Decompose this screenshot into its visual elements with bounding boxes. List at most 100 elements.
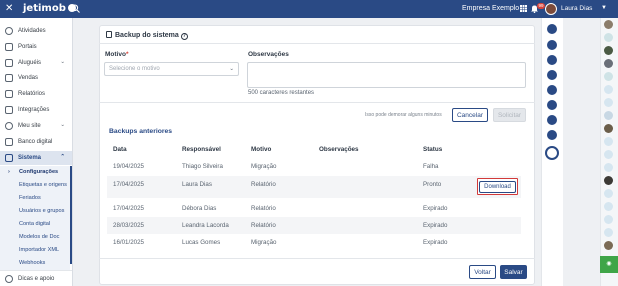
- contact-avatar[interactable]: [604, 20, 613, 29]
- contact-avatar[interactable]: [604, 59, 613, 68]
- download-button[interactable]: Download: [477, 178, 518, 195]
- save-button[interactable]: Salvar: [500, 265, 527, 279]
- contact-avatar[interactable]: [604, 98, 613, 107]
- cell-status: Pronto: [423, 181, 442, 188]
- contact-avatar[interactable]: [604, 202, 613, 211]
- sidebar-item-label: Sistema: [18, 155, 42, 161]
- cell-person: Leandra Lacorda: [182, 222, 229, 229]
- check-circle-icon: [5, 27, 13, 35]
- cell-reason: Relatório: [251, 181, 276, 188]
- contact-avatar[interactable]: [604, 85, 613, 94]
- cell-person: Débora Dias: [182, 205, 217, 212]
- user-name[interactable]: Laura Dias: [561, 5, 592, 12]
- contact-avatar[interactable]: [604, 241, 613, 250]
- sidebar-item-label: Integrações: [18, 107, 50, 113]
- section-title: Backups anteriores: [109, 128, 173, 135]
- submenu-label: Importador XML: [19, 247, 60, 253]
- help-icon: [5, 274, 13, 283]
- key-icon: [5, 59, 13, 67]
- contact-avatar[interactable]: [604, 72, 613, 81]
- help-circle-icon[interactable]: ?: [180, 33, 188, 40]
- sidebar-item-sistema[interactable]: Sistema ⌃: [0, 151, 72, 165]
- chevron-right-icon: ›: [8, 169, 10, 175]
- download-label: Download: [479, 180, 516, 193]
- apps-grid-icon[interactable]: [520, 5, 527, 12]
- plug-icon: [5, 106, 13, 114]
- toolbar-action-icon[interactable]: [547, 85, 557, 95]
- contact-avatar[interactable]: [604, 189, 613, 198]
- table-row: 17/04/2025 Laura Dias Relatório Pronto: [107, 176, 521, 198]
- cell-person: Laura Dias: [182, 181, 212, 188]
- submenu-webhooks[interactable]: Webhooks: [0, 257, 72, 269]
- app-logo[interactable]: jetimob: [23, 3, 76, 14]
- submenu-label: Webhooks: [19, 260, 46, 266]
- submenu-configuracoes[interactable]: › Configurações: [0, 166, 72, 178]
- sidebar-item-portais[interactable]: Portais: [0, 40, 72, 54]
- cell-date: 17/04/2025: [113, 181, 144, 188]
- toolbar-action-icon[interactable]: [547, 24, 557, 34]
- table-row: 28/03/2025 Leandra Lacorda Relatório Exp…: [107, 217, 521, 234]
- wait-hint: Isso pode demorar alguns minutos: [365, 112, 442, 118]
- contact-avatar[interactable]: [604, 124, 613, 133]
- divider: [99, 258, 535, 259]
- motivo-select[interactable]: Selecione o motivo ⌄: [104, 62, 239, 76]
- contact-avatar[interactable]: [604, 228, 613, 237]
- sidebar-item-integracoes[interactable]: Integrações: [0, 103, 72, 117]
- back-button[interactable]: Voltar: [469, 265, 496, 279]
- submenu-modelos-doc[interactable]: Modelos de Doc: [0, 231, 72, 243]
- cancel-button[interactable]: Cancelar: [452, 108, 488, 122]
- portal-icon: [5, 43, 13, 51]
- chevron-down-icon: ⌄: [60, 122, 65, 128]
- sidebar-item-atividades[interactable]: Atividades: [0, 24, 72, 38]
- notification-badge: 99: [537, 3, 546, 9]
- sidebar-item-label: Portais: [18, 44, 37, 50]
- toolbar-action-icon[interactable]: [547, 40, 557, 50]
- search-icon[interactable]: [71, 4, 80, 13]
- column-header-responsavel: Responsável: [182, 146, 221, 153]
- submenu-usuarios[interactable]: Usuários e grupos: [0, 205, 72, 217]
- user-avatar[interactable]: [545, 3, 557, 15]
- toolbar-action-icon[interactable]: [547, 130, 557, 140]
- chat-launcher[interactable]: ◉: [600, 256, 618, 273]
- divider: [99, 43, 535, 44]
- sidebar-item-label: Banco digital: [18, 139, 53, 145]
- company-selector[interactable]: Empresa Exemplo: [462, 5, 519, 12]
- chevron-up-icon: ⌃: [60, 154, 65, 160]
- sidebar-item-alugueis[interactable]: Aluguéis ⌄: [0, 56, 72, 70]
- cell-status: Falha: [423, 163, 439, 170]
- contact-avatar[interactable]: [604, 137, 613, 146]
- close-icon[interactable]: ✕: [5, 3, 13, 14]
- sidebar-item-meu-site[interactable]: Meu site ⌄: [0, 119, 72, 133]
- observacoes-label: Observações: [248, 51, 289, 58]
- sidebar-item-banco-digital[interactable]: Banco digital: [0, 135, 72, 149]
- submenu-importador-xml[interactable]: Importador XML: [0, 244, 72, 256]
- document-icon[interactable]: [545, 146, 559, 160]
- cell-date: 28/03/2025: [113, 222, 144, 229]
- tag-icon: [5, 74, 13, 82]
- contact-avatar[interactable]: [604, 150, 613, 159]
- contact-avatar[interactable]: [604, 163, 613, 172]
- cell-reason: Migração: [251, 239, 277, 246]
- submenu-conta-digital[interactable]: Conta digital: [0, 218, 72, 230]
- observacoes-textarea[interactable]: [247, 62, 526, 88]
- submenu-label: Conta digital: [19, 221, 51, 227]
- request-button[interactable]: Solicitar: [493, 108, 526, 122]
- toolbar-action-icon[interactable]: [547, 70, 557, 80]
- chevron-down-icon[interactable]: ▼: [601, 5, 607, 11]
- submenu-feriados[interactable]: Feriados: [0, 192, 72, 204]
- contact-avatar[interactable]: [604, 33, 613, 42]
- sidebar-item-vendas[interactable]: Vendas: [0, 71, 72, 85]
- help-link[interactable]: Dicas e apoio: [0, 270, 72, 286]
- contact-avatar[interactable]: [604, 215, 613, 224]
- contact-avatar[interactable]: [604, 46, 613, 55]
- cell-status: Expirado: [423, 222, 448, 229]
- motivo-label: Motivo*: [105, 51, 129, 58]
- toolbar-action-icon[interactable]: [547, 100, 557, 110]
- toolbar-action-icon[interactable]: [547, 55, 557, 65]
- submenu-etiquetas[interactable]: Etiquetas e origens: [0, 179, 72, 191]
- contact-avatar[interactable]: [604, 176, 613, 185]
- contact-avatar[interactable]: [604, 111, 613, 120]
- sidebar-item-relatorios[interactable]: Relatórios: [0, 87, 72, 101]
- toolbar-action-icon[interactable]: [547, 115, 557, 125]
- submenu-label: Etiquetas e origens: [19, 182, 67, 188]
